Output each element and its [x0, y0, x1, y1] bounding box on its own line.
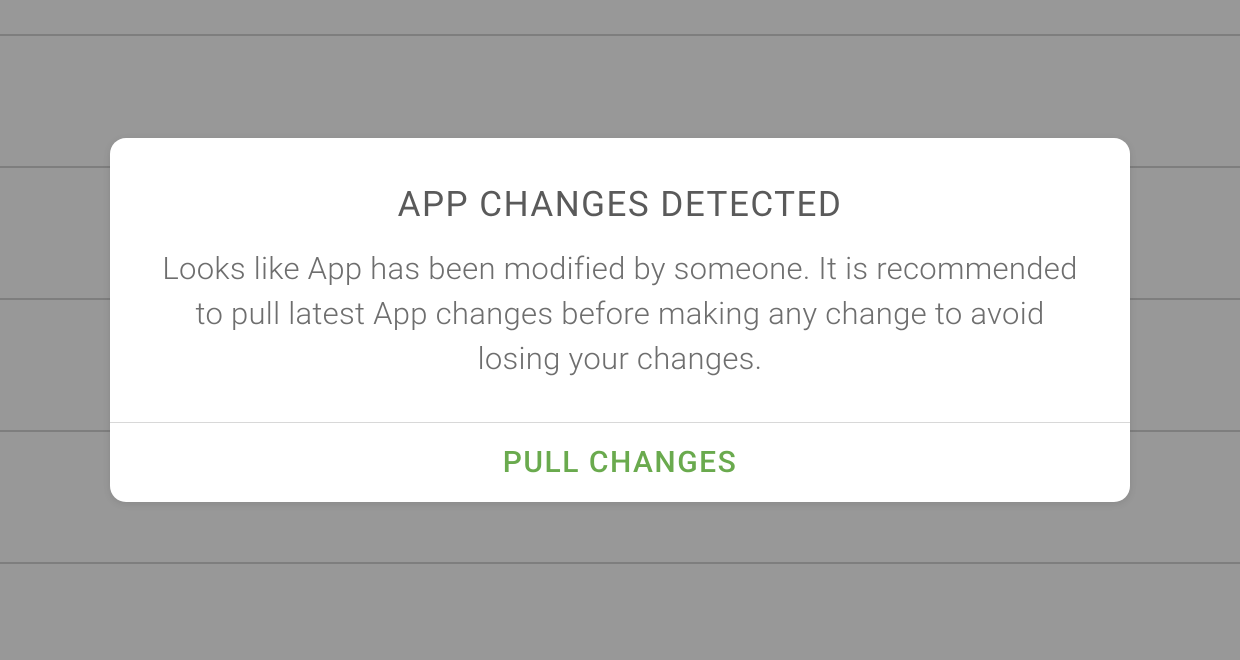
modal-overlay: APP CHANGES DETECTED Looks like App has … [0, 0, 1240, 660]
changes-detected-modal: APP CHANGES DETECTED Looks like App has … [110, 138, 1130, 502]
modal-title: APP CHANGES DETECTED [160, 184, 1080, 225]
pull-changes-button[interactable]: PULL CHANGES [503, 445, 738, 480]
modal-content: APP CHANGES DETECTED Looks like App has … [110, 138, 1130, 422]
modal-footer: PULL CHANGES [110, 422, 1130, 502]
modal-message: Looks like App has been modified by some… [160, 247, 1080, 382]
